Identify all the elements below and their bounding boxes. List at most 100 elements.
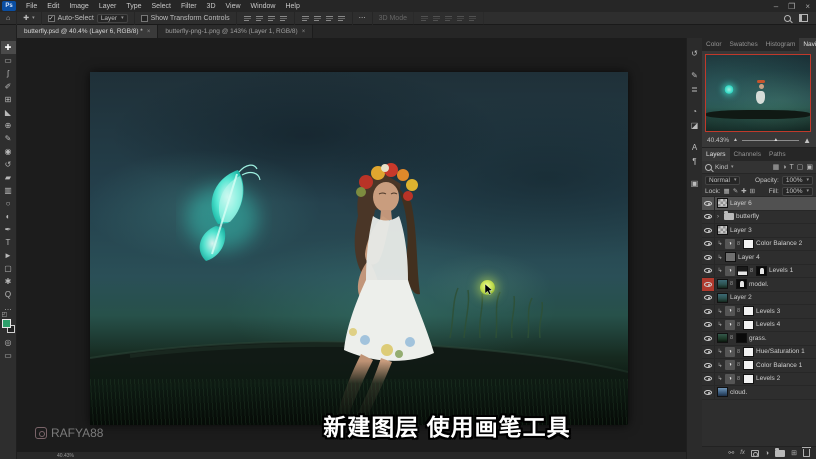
dodge-tool[interactable]: ◐ xyxy=(1,210,16,223)
visibility-eye-icon[interactable] xyxy=(702,345,715,359)
delete-layer-icon[interactable] xyxy=(802,447,811,457)
default-colors-icon[interactable]: ◰ xyxy=(2,311,8,318)
quick-mask-icon[interactable]: ◎ xyxy=(1,336,16,349)
type-tool[interactable]: T xyxy=(1,236,16,249)
menu-view[interactable]: View xyxy=(221,0,246,12)
blend-mode-dropdown[interactable]: Normal ▾ xyxy=(705,175,741,185)
lock-transparent-icon[interactable]: ▦ xyxy=(724,187,730,195)
paragraph-panel-icon[interactable]: ¶ xyxy=(688,154,702,168)
show-transform-checkbox[interactable] xyxy=(140,14,148,22)
tab-histogram[interactable]: Histogram xyxy=(762,38,800,51)
move-tool-icon[interactable]: ✚ xyxy=(23,14,29,22)
marquee-tool[interactable]: ▭ xyxy=(1,54,16,67)
tab-color[interactable]: Color xyxy=(702,38,726,51)
menu-filter[interactable]: Filter xyxy=(176,0,202,12)
align-more-icon[interactable]: ⋯ xyxy=(359,14,366,22)
visibility-eye-icon[interactable] xyxy=(702,291,715,305)
visibility-eye-icon-highlighted[interactable] xyxy=(702,277,715,291)
character-panel-icon[interactable]: A xyxy=(688,140,702,154)
visibility-eye-icon[interactable] xyxy=(702,385,715,399)
layer-row-layer3[interactable]: Layer 3 xyxy=(702,223,816,238)
layer-row-layer4[interactable]: ↳ Layer 4 xyxy=(702,250,816,265)
document-canvas[interactable] xyxy=(90,72,628,425)
filter-smart-object-icon[interactable]: ▣ xyxy=(806,163,813,171)
hand-tool[interactable]: ✱ xyxy=(1,275,16,288)
visibility-eye-icon[interactable] xyxy=(702,237,715,251)
quick-selection-tool[interactable]: ✐ xyxy=(1,80,16,93)
foreground-color-swatch[interactable] xyxy=(1,319,11,328)
fill-dropdown[interactable]: 100% ▾ xyxy=(781,186,813,196)
align-right-icon[interactable] xyxy=(266,13,276,23)
new-adjustment-layer-icon[interactable]: ◑ xyxy=(765,450,769,457)
filter-pixel-icon[interactable]: ▦ xyxy=(773,163,780,171)
menu-help[interactable]: Help xyxy=(280,0,304,12)
search-icon[interactable] xyxy=(784,14,791,22)
navigator-zoom-value[interactable]: 40.43% xyxy=(707,137,729,144)
screen-mode-icon[interactable]: ▭ xyxy=(1,349,16,362)
tab-close-icon[interactable]: × xyxy=(147,29,151,35)
lock-pixels-icon[interactable]: ✎ xyxy=(733,187,738,195)
status-zoom[interactable]: 40.43% xyxy=(57,453,74,459)
tab-butterfly-png[interactable]: butterfly-png-1.png @ 143% (Layer 1, RGB… xyxy=(158,25,314,38)
navigator-zoom-slider[interactable]: ▲ xyxy=(742,137,800,143)
distribute-vertical-icon[interactable] xyxy=(300,13,310,23)
layer-row-butterfly-group[interactable]: › butterfly xyxy=(702,210,816,224)
layer-style-icon[interactable]: fx xyxy=(740,450,745,456)
group-expander-icon[interactable]: › xyxy=(717,214,722,220)
crop-tool[interactable]: ⊞ xyxy=(1,93,16,106)
tab-close-icon[interactable]: × xyxy=(302,29,306,35)
align-center-icon[interactable] xyxy=(254,13,264,23)
new-group-icon[interactable] xyxy=(775,447,786,457)
tab-swatches[interactable]: Swatches xyxy=(726,38,762,51)
visibility-eye-icon[interactable] xyxy=(702,318,715,332)
workspace-icon[interactable] xyxy=(799,14,808,22)
distribute-right-icon[interactable] xyxy=(336,13,346,23)
menu-image[interactable]: Image xyxy=(64,0,93,12)
lock-position-icon[interactable]: ✚ xyxy=(741,187,746,195)
link-layers-icon[interactable]: ⚯ xyxy=(728,450,734,457)
tab-paths[interactable]: Paths xyxy=(765,148,790,161)
restore-button[interactable]: ❐ xyxy=(788,2,795,11)
layer-row-color-balance-1[interactable]: ↳ ◑ 8 Color Balance 1 xyxy=(702,358,816,373)
libraries-panel-icon[interactable]: ▣ xyxy=(688,176,702,190)
menu-type[interactable]: Type xyxy=(121,0,146,12)
layer-row-levels-2[interactable]: ↳ ◑ 8 Levels 2 xyxy=(702,372,816,386)
add-layer-mask-icon[interactable] xyxy=(750,449,759,457)
canvas-pasteboard[interactable]: 新建图层 使用画笔工具 RAFYA88 xyxy=(17,38,686,452)
filter-search-icon[interactable] xyxy=(705,163,712,171)
adjustments-panel-icon[interactable]: ◔ xyxy=(688,104,702,118)
distribute-left-icon[interactable] xyxy=(324,13,334,23)
align-top-icon[interactable] xyxy=(278,13,288,23)
visibility-eye-icon[interactable] xyxy=(702,210,715,224)
layer-row-hue-saturation-1[interactable]: ↳ ◑ 8 Hue/Saturation 1 xyxy=(702,345,816,359)
visibility-eye-icon[interactable] xyxy=(702,250,715,264)
blur-tool[interactable]: ○ xyxy=(1,197,16,210)
layer-row-layer2[interactable]: Layer 2 xyxy=(702,291,816,305)
opacity-dropdown[interactable]: 100% ▾ xyxy=(781,175,813,185)
layer-row-color-balance-2[interactable]: ↳ ◑ 8 Color Balance 2 xyxy=(702,237,816,251)
zoom-in-icon[interactable]: ▲ xyxy=(803,136,811,145)
shape-tool[interactable]: ▢ xyxy=(1,262,16,275)
brush-settings-panel-icon[interactable]: ✎ xyxy=(688,68,702,82)
tab-navigator[interactable]: Navigator xyxy=(799,38,816,51)
menu-file[interactable]: File xyxy=(21,0,42,12)
visibility-eye-icon[interactable] xyxy=(702,197,715,210)
history-brush-tool[interactable]: ↺ xyxy=(1,158,16,171)
zoom-tool[interactable]: Q xyxy=(1,288,16,301)
visibility-eye-icon[interactable] xyxy=(702,304,715,318)
menu-edit[interactable]: Edit xyxy=(42,0,64,12)
layer-row-model[interactable]: 8 model. xyxy=(702,277,816,292)
new-layer-icon[interactable]: ⊞ xyxy=(791,450,797,457)
menu-3d[interactable]: 3D xyxy=(202,0,221,12)
menu-layer[interactable]: Layer xyxy=(94,0,122,12)
visibility-eye-icon[interactable] xyxy=(702,331,715,345)
gradient-tool[interactable]: ▥ xyxy=(1,184,16,197)
align-left-icon[interactable] xyxy=(242,13,252,23)
styles-panel-icon[interactable]: ◪ xyxy=(688,118,702,132)
filter-shape-icon[interactable]: ▢ xyxy=(797,163,804,171)
filter-kind-dropdown[interactable]: Kind xyxy=(715,164,728,171)
visibility-eye-icon[interactable] xyxy=(702,372,715,386)
menu-select[interactable]: Select xyxy=(147,0,176,12)
distribute-horizontal-icon[interactable] xyxy=(312,13,322,23)
layer-row-levels-4[interactable]: ↳ ◑ 8 Levels 4 xyxy=(702,318,816,332)
